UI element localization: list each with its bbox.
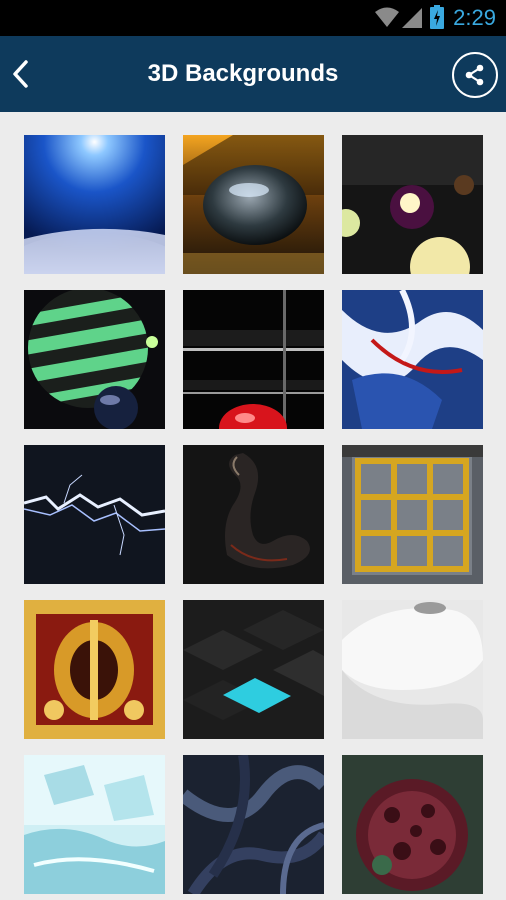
wallpaper-thumbnail-green-striped-sphere[interactable] bbox=[24, 290, 165, 429]
status-bar: 2:29 bbox=[0, 0, 506, 36]
wallpaper-thumbnail-glass-sphere-amber[interactable] bbox=[183, 135, 324, 274]
clock-time: 2:29 bbox=[453, 5, 496, 30]
wallpaper-thumbnail-white-curved-object[interactable] bbox=[342, 600, 483, 739]
wallpaper-thumbnail-blue-light-sphere[interactable] bbox=[24, 135, 165, 274]
app-bar: 3D Backgrounds bbox=[0, 36, 506, 112]
page-title: 3D Backgrounds bbox=[147, 60, 339, 87]
wallpaper-thumbnail-lightning-bolt[interactable] bbox=[24, 445, 165, 584]
share-button[interactable] bbox=[452, 52, 498, 98]
wifi-icon bbox=[375, 7, 399, 27]
wallpaper-thumbnail-gold-red-ornament[interactable] bbox=[24, 600, 165, 739]
wallpaper-thumbnail-red-spiky-virus[interactable] bbox=[342, 755, 483, 894]
wallpaper-thumbnail-blue-white-abstract[interactable] bbox=[342, 290, 483, 429]
wallpaper-thumbnail-black-tiles-cyan[interactable] bbox=[183, 600, 324, 739]
wallpaper-thumbnail-black-swan-sculpture[interactable] bbox=[183, 445, 324, 584]
wallpaper-thumbnail-dark-twisted-tubes[interactable] bbox=[183, 755, 324, 894]
wallpaper-thumbnail-glowing-balls-dark[interactable] bbox=[342, 135, 483, 274]
wallpaper-thumbnail-ice-water-blocks[interactable] bbox=[24, 755, 165, 894]
wallpaper-thumbnail-black-panels-red-sphere[interactable] bbox=[183, 290, 324, 429]
share-icon bbox=[465, 64, 484, 86]
battery-charging-icon bbox=[430, 5, 444, 29]
signal-icon bbox=[402, 8, 422, 28]
wallpaper-thumbnail-gold-cube-lattice[interactable] bbox=[342, 445, 483, 584]
